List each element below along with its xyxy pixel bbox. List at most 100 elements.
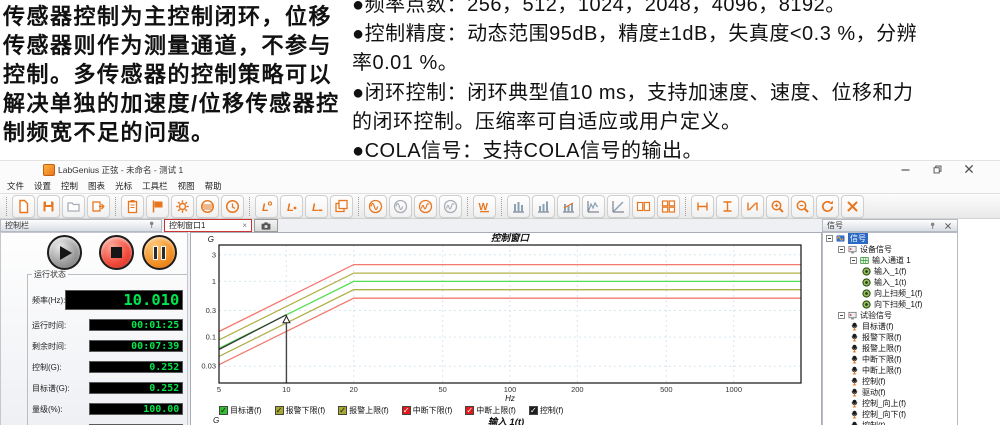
stop-button[interactable]	[99, 235, 134, 270]
sine-wave-button[interactable]	[389, 195, 412, 218]
tab-control-window[interactable]: 控制窗口1 ×	[164, 219, 252, 232]
bar-chart3-button[interactable]	[557, 195, 580, 218]
expand-toggle[interactable]	[850, 257, 857, 264]
zoom-out-button[interactable]	[791, 195, 814, 218]
menu-item-2[interactable]: 设置	[34, 180, 51, 192]
title-bar: LabGenius 正弦 - 未命名 - 测试 1	[0, 161, 1000, 178]
v-cursor-button[interactable]	[716, 195, 739, 218]
copy-window-button[interactable]	[330, 195, 353, 218]
tree-item-信号[interactable]: 信号	[823, 233, 957, 244]
word-export-button[interactable]: W	[473, 195, 496, 218]
tab-label: 控制窗口1	[169, 220, 205, 231]
clear-button[interactable]	[841, 195, 864, 218]
level-mid-button[interactable]: L	[280, 195, 303, 218]
tree-item-控制(f)[interactable]: 控制(f)	[823, 376, 957, 387]
play-button[interactable]	[47, 235, 82, 270]
tree-item-输入通道 1[interactable]: 输入通道 1	[823, 255, 957, 266]
tree-item-目标谱(f)[interactable]: 目标谱(f)	[823, 321, 957, 332]
svg-text:L: L	[312, 202, 319, 214]
expand-toggle[interactable]	[838, 246, 845, 253]
bar-chart-button[interactable]	[507, 195, 530, 218]
tree-item-输入_1(f)[interactable]: 输入_1(f)	[823, 266, 957, 277]
tab-close-icon[interactable]: ×	[242, 222, 247, 230]
tree-item-输入_1(t)[interactable]: 输入_1(t)	[823, 277, 957, 288]
sine-wave-button[interactable]	[364, 195, 387, 218]
close-button[interactable]	[956, 162, 982, 176]
tree-item-label: 控制_向下(f)	[862, 409, 906, 420]
pin-icon[interactable]	[147, 220, 157, 232]
led-value-display: 0.252	[89, 382, 183, 394]
svg-text:0.1: 0.1	[206, 333, 216, 342]
menu-item-1[interactable]: 文件	[7, 180, 24, 192]
slope-cursor-button[interactable]	[741, 195, 764, 218]
menu-item-4[interactable]: 图表	[88, 180, 105, 192]
svg-text:3: 3	[212, 250, 216, 259]
tree-item-报警下限(f)[interactable]: 报警下限(f)	[823, 332, 957, 343]
tree-item-label: 中断下限(f)	[862, 354, 902, 365]
export-button[interactable]	[87, 195, 110, 218]
tree-item-向下扫频_1(f)[interactable]: 向下扫频_1(f)	[823, 299, 957, 310]
tree-item-驱动(f)[interactable]: 驱动(f)	[823, 387, 957, 398]
tree-item-label: 控制_向上(f)	[862, 398, 906, 409]
menu-item-5[interactable]: 光标	[115, 180, 132, 192]
clock-button[interactable]	[221, 195, 244, 218]
pin-icon[interactable]	[928, 221, 938, 231]
close-icon[interactable]	[943, 221, 953, 231]
flag-button[interactable]	[146, 195, 169, 218]
restore-button[interactable]	[924, 162, 950, 176]
refresh-button[interactable]	[816, 195, 839, 218]
run-status-row: 控制(G):0.252	[32, 361, 183, 373]
menu-item-3[interactable]: 控制	[61, 180, 78, 192]
doc-bullet-line: ●频率点数：256，512，1024，2048，4096，8192。	[352, 0, 1000, 20]
new-file-button[interactable]	[12, 195, 35, 218]
layout-2-button[interactable]	[632, 195, 655, 218]
menu-item-7[interactable]: 视图	[178, 180, 195, 192]
open-folder-button[interactable]	[62, 195, 85, 218]
tree-item-向上扫频_1(f)[interactable]: 向上扫频_1(f)	[823, 288, 957, 299]
level-low-button[interactable]: L	[305, 195, 328, 218]
sweep-wave-button[interactable]	[414, 195, 437, 218]
minimize-button[interactable]	[892, 162, 918, 176]
level-high-button[interactable]: L	[255, 195, 278, 218]
expand-toggle[interactable]	[826, 235, 833, 242]
save-button[interactable]	[37, 195, 60, 218]
tree-item-试验信号[interactable]: 试验信号	[823, 310, 957, 321]
signal-tree-panel: 信号设备信号输入通道 1输入_1(f)输入_1(t)向上扫频_1(f)向下扫频_…	[822, 232, 958, 425]
tree-item-控制(t)[interactable]: 控制(t)	[823, 420, 957, 425]
chart-tab-bar: 控制窗口1 ×	[164, 219, 278, 232]
layout-4-button[interactable]	[657, 195, 680, 218]
pin-icon[interactable]	[147, 220, 157, 230]
svg-text:G: G	[208, 235, 214, 244]
menu-item-6[interactable]: 工具栏	[142, 180, 168, 192]
zoom-in-button[interactable]	[766, 195, 789, 218]
tab-snapshot[interactable]	[254, 219, 278, 232]
tree-item-label: 目标谱(f)	[862, 321, 894, 332]
toolbar-separator	[467, 197, 468, 216]
led-value-display: 100.00	[89, 403, 183, 415]
doc-bullet-line: ●控制精度：动态范围95dB，精度±1dB，失真度<0.3 %，分辨	[352, 20, 1000, 49]
tree-item-报警上限(f)[interactable]: 报警上限(f)	[823, 343, 957, 354]
tree-item-控制_向上(f)[interactable]: 控制_向上(f)	[823, 398, 957, 409]
pause-button[interactable]	[142, 235, 177, 270]
h-cursor-button[interactable]	[691, 195, 714, 218]
slope-button[interactable]	[607, 195, 630, 218]
svg-text:1000: 1000	[725, 385, 742, 394]
tree-item-中断上限(f)[interactable]: 中断上限(f)	[823, 365, 957, 376]
tree-item-设备信号[interactable]: 设备信号	[823, 244, 957, 255]
run-status-row: 运行时间:00:01:25	[32, 319, 183, 331]
control-spectrum-chart[interactable]: 控制窗口G310.30.10.0351020501002005001000Hz	[191, 233, 821, 403]
test-signal-icon	[850, 322, 859, 331]
sweep-wave-button[interactable]	[439, 195, 462, 218]
expand-toggle[interactable]	[838, 312, 845, 319]
spectrum-button[interactable]	[582, 195, 605, 218]
run-status-rows: 频率(Hz):10.010运行时间:00:01:25剩余时间:00:07:39控…	[32, 290, 183, 425]
bar-chart2-button[interactable]	[532, 195, 555, 218]
stripes-button[interactable]	[196, 195, 219, 218]
svg-text:控制窗口: 控制窗口	[491, 233, 531, 244]
tree-item-控制_向下(f)[interactable]: 控制_向下(f)	[823, 409, 957, 420]
settings-gear-button[interactable]	[171, 195, 194, 218]
menu-item-8[interactable]: 帮助	[205, 180, 222, 192]
report-button[interactable]	[121, 195, 144, 218]
svg-text:0.3: 0.3	[206, 306, 216, 315]
tree-item-中断下限(f)[interactable]: 中断下限(f)	[823, 354, 957, 365]
